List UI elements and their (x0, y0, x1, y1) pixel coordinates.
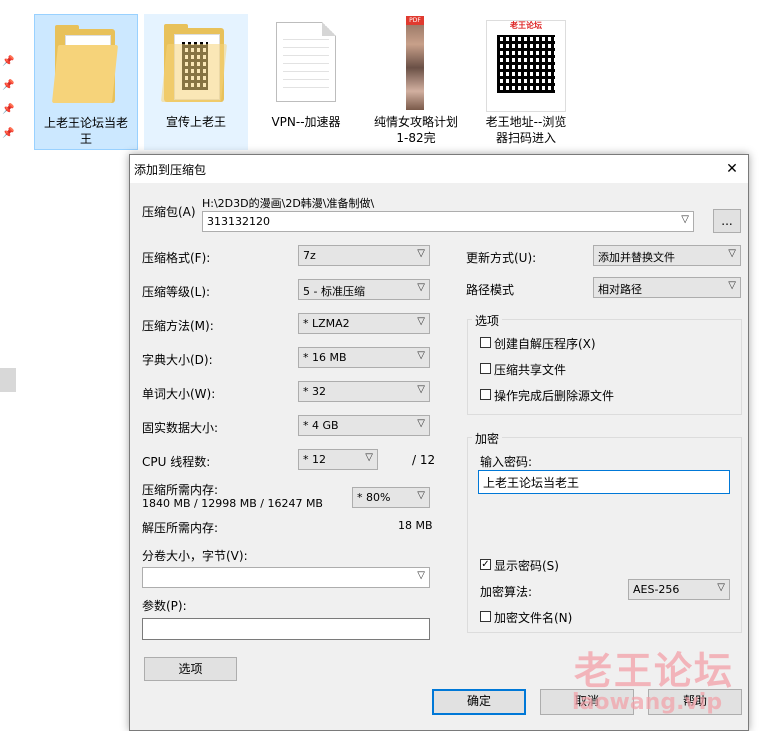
level-label: 压缩等级(L): (142, 285, 211, 299)
file-item-pdf[interactable]: PDF 纯情女攻略计划 1-82完 (364, 14, 468, 150)
format-select[interactable]: 7z ▽ (298, 245, 430, 266)
file-item-label: 老王地址--浏览 器扫码进入 (485, 115, 567, 145)
watermark-text: 老王论坛 (574, 649, 735, 693)
folder-icon (51, 45, 119, 103)
encrypt-names-label: 加密文件名(N) (494, 611, 573, 625)
params-label: 参数(P): (142, 599, 187, 613)
solid-label: 固实数据大小: (142, 421, 219, 435)
params-input[interactable] (142, 618, 430, 640)
threads-total: / 12 (412, 453, 436, 467)
path-mode-select[interactable]: 相对路径 ▽ (593, 277, 741, 298)
password-label: 输入密码: (480, 455, 533, 469)
file-item-folder-promo[interactable]: 宣传上老王 (144, 14, 248, 150)
memory-label: 压缩所需内存: (142, 483, 219, 497)
options-group-title: 选项 (472, 312, 503, 329)
archive-name-combo[interactable]: 313132120 ▽ (202, 211, 694, 232)
split-combo[interactable]: ▽ (142, 567, 430, 588)
encrypt-names-checkbox[interactable] (480, 611, 491, 622)
browse-button[interactable]: ... (713, 209, 741, 233)
encryption-group-title: 加密 (472, 430, 503, 447)
solid-select[interactable]: * 4 GB ▽ (298, 415, 430, 436)
pin-icon[interactable]: 📌 (2, 56, 14, 68)
file-item-label: 上老王论坛当老王 (43, 116, 128, 146)
update-select[interactable]: 添加并替换文件 ▽ (593, 245, 741, 266)
delete-source-checkbox[interactable] (480, 389, 491, 400)
pin-icon[interactable]: 📌 (2, 80, 14, 92)
delete-source-label: 操作完成后删除源文件 (494, 389, 615, 403)
image-thumbnail-icon: 老王论坛 (486, 20, 566, 112)
decomp-memory-value: 18 MB (398, 519, 433, 532)
show-password-label: 显示密码(S) (494, 559, 559, 573)
method-label: 压缩方法(M): (142, 319, 214, 333)
file-item-vpn[interactable]: VPN--加速器 (254, 14, 358, 150)
format-label: 压缩格式(F): (142, 251, 211, 265)
pin-icon[interactable]: 📌 (2, 104, 14, 116)
qr-code-icon (497, 35, 555, 93)
archive-label: 压缩包(A) (142, 205, 196, 219)
file-item-qr-image[interactable]: 老王论坛 老王地址--浏览 器扫码进入 (474, 14, 578, 150)
sfx-label: 创建自解压程序(X) (494, 337, 596, 351)
close-icon[interactable]: ✕ (722, 159, 742, 179)
decomp-memory-label: 解压所需内存: (142, 521, 219, 535)
method-select[interactable]: * LZMA2 ▽ (298, 313, 430, 334)
archive-path: H:\2D3D的漫画\2D韩漫\准备制做\ (202, 197, 375, 210)
word-select[interactable]: * 32 ▽ (298, 381, 430, 402)
pdf-thumbnail-icon: PDF (406, 16, 424, 110)
split-label: 分卷大小，字节(V): (142, 549, 248, 563)
scrollbar-thumb[interactable] (0, 368, 16, 392)
chevron-down-icon: ▽ (681, 214, 689, 225)
file-item-label: 纯情女攻略计划 1-82完 (373, 115, 458, 145)
dict-select[interactable]: * 16 MB ▽ (298, 347, 430, 368)
options-button[interactable]: 选项 (144, 657, 237, 681)
file-item-label: 宣传上老王 (165, 115, 226, 129)
dict-label: 字典大小(D): (142, 353, 213, 367)
document-icon (276, 22, 336, 102)
update-label: 更新方式(U): (466, 251, 537, 265)
dialog-titlebar[interactable]: 添加到压缩包 ✕ (130, 155, 748, 183)
file-item-folder-laowang[interactable]: 上老王论坛当老王 (34, 14, 138, 150)
watermark-url: laowang.vip (572, 690, 723, 715)
threads-select[interactable]: * 12 ▽ (298, 449, 378, 470)
show-password-checkbox[interactable]: ✓ (480, 559, 491, 570)
shared-label: 压缩共享文件 (494, 363, 567, 377)
shared-checkbox[interactable] (480, 363, 491, 374)
level-select[interactable]: 5 - 标准压缩 ▽ (298, 279, 430, 300)
memory-select[interactable]: * 80% ▽ (352, 487, 430, 508)
memory-detail: 1840 MB / 12998 MB / 16247 MB (142, 497, 323, 510)
dialog-title: 添加到压缩包 (134, 163, 207, 177)
enc-method-label: 加密算法: (480, 585, 533, 599)
ok-button[interactable]: 确定 (432, 689, 526, 715)
word-label: 单词大小(W): (142, 387, 216, 401)
enc-method-select[interactable]: AES-256 ▽ (628, 579, 730, 600)
path-mode-label: 路径模式 (466, 283, 515, 297)
threads-label: CPU 线程数: (142, 455, 211, 469)
sfx-checkbox[interactable] (480, 337, 491, 348)
file-item-label: VPN--加速器 (271, 115, 341, 129)
folder-icon (160, 44, 228, 102)
pin-icon[interactable]: 📌 (2, 128, 14, 140)
password-input[interactable]: 上老王论坛当老王 (478, 470, 730, 494)
